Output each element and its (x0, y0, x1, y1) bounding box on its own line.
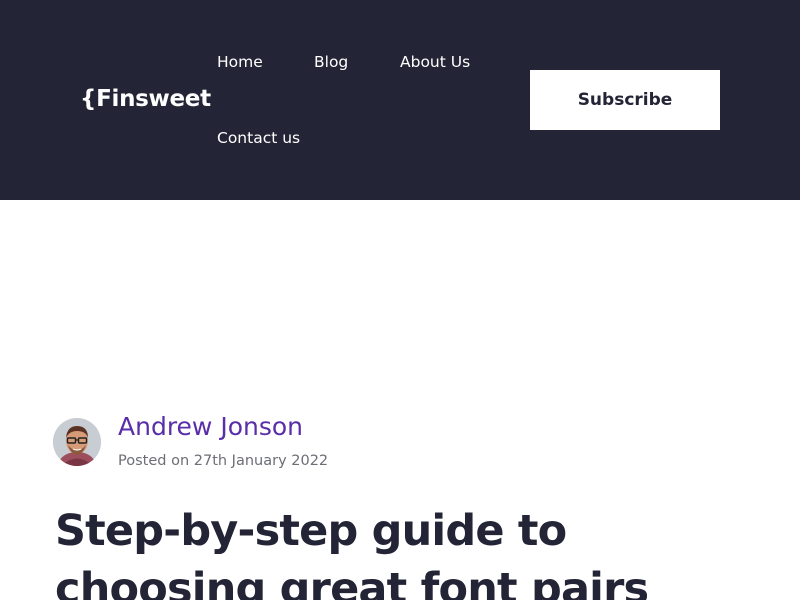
post-date: Posted on 27th January 2022 (118, 453, 329, 469)
author-avatar[interactable] (53, 418, 101, 466)
nav-blog-link[interactable]: Blog (314, 52, 348, 72)
nav-home-link[interactable]: Home (217, 52, 263, 72)
site-logo[interactable]: {Finsweet (80, 84, 211, 114)
page: {Finsweet Home Blog About Us Contact us … (0, 0, 800, 600)
author-name[interactable]: Andrew Jonson (118, 411, 303, 443)
nav-contact-link[interactable]: Contact us (217, 128, 300, 148)
author-photo-icon (53, 418, 101, 466)
site-header: {Finsweet Home Blog About Us Contact us … (0, 0, 800, 200)
nav-about-link[interactable]: About Us (400, 52, 470, 72)
post-title: Step-by-step guide to choosing great fon… (55, 506, 649, 600)
subscribe-button[interactable]: Subscribe (530, 70, 720, 130)
